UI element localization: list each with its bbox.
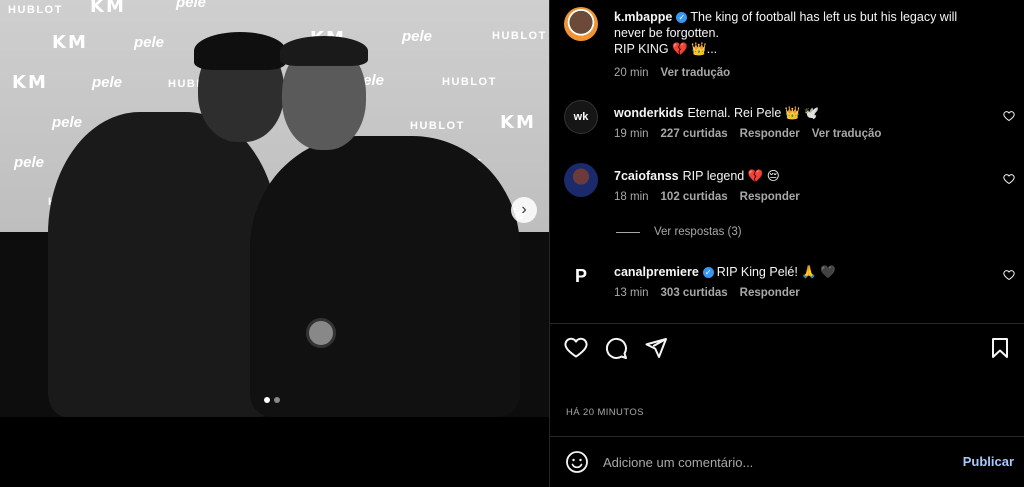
heart-icon[interactable]	[1003, 269, 1015, 284]
reply-button[interactable]: Responder	[740, 191, 800, 203]
add-comment-bar: Publicar	[550, 436, 1024, 487]
brand-pele: pele	[14, 154, 45, 171]
post-photo[interactable]: HUBLOT KM pele KM pele HUBLOT KM pele HU…	[0, 0, 549, 417]
verified-icon: ✓	[676, 12, 688, 23]
comment-item: P canalpremiere ✓ RIP King Pelé! 🙏 🖤 13 mi…	[564, 259, 1015, 303]
comment-likes[interactable]: 102 curtidas	[661, 191, 728, 203]
author-avatar[interactable]	[564, 7, 598, 41]
emoji-icon[interactable]	[565, 450, 589, 474]
watch	[306, 318, 336, 348]
translate-link[interactable]: Ver tradução	[812, 128, 882, 140]
bookmark-icon[interactable]	[988, 336, 1014, 362]
post-caption: k.mbappe ✓ The king of football has left u…	[564, 7, 1015, 87]
person-right	[250, 36, 520, 417]
action-bar	[564, 336, 1014, 362]
carousel-dots	[264, 397, 280, 403]
comment-input[interactable]	[603, 452, 943, 472]
verified-icon: ✓	[702, 267, 714, 278]
publish-button[interactable]: Publicar	[963, 454, 1014, 469]
carousel-dot	[274, 397, 280, 403]
heart-icon[interactable]	[1003, 173, 1015, 188]
next-slide-button[interactable]: ›	[511, 197, 537, 223]
brand-km: KM	[12, 72, 48, 93]
post-side-panel: k.mbappe ✓ The king of football has left u…	[549, 0, 1024, 487]
comments-section: k.mbappe ✓ The king of football has left u…	[550, 0, 1024, 323]
comment-time: 13 min	[614, 287, 649, 299]
hair-right	[280, 36, 368, 66]
carousel-dot-active	[264, 397, 270, 403]
send-icon[interactable]	[644, 336, 670, 362]
divider	[550, 323, 1024, 324]
comment-icon[interactable]	[604, 336, 630, 362]
heart-icon[interactable]	[564, 336, 590, 362]
caption-text-line2: RIP KING 💔 👑...	[614, 42, 718, 56]
commenter-username[interactable]: canalpremiere	[614, 265, 699, 279]
post-media: HUBLOT KM pele KM pele HUBLOT KM pele HU…	[0, 0, 549, 487]
replies-line	[616, 231, 640, 233]
comment-item: wk wonderkids Eternal. Rei Pele 👑 🕊️ 19 m…	[564, 100, 1015, 144]
brand-pele: pele	[176, 0, 207, 11]
translate-link[interactable]: Ver tradução	[661, 67, 731, 79]
comment-time: 18 min	[614, 191, 649, 203]
comment-text: Eternal. Rei Pele 👑 🕊️	[687, 106, 820, 120]
brand-km: KM	[90, 0, 126, 17]
comment-text: RIP legend 💔 😔	[682, 169, 780, 183]
author-username[interactable]: k.mbappe	[614, 10, 672, 24]
heart-icon[interactable]	[1003, 110, 1015, 125]
comment-text: RIP King Pelé! 🙏 🖤	[716, 265, 836, 279]
reply-button[interactable]: Responder	[740, 128, 800, 140]
commenter-avatar[interactable]	[564, 163, 598, 197]
commenter-username[interactable]: wonderkids	[614, 106, 683, 120]
post-timestamp: HÁ 20 MINUTOS	[566, 407, 644, 418]
commenter-avatar[interactable]: P	[564, 259, 598, 293]
comment-time: 19 min	[614, 128, 649, 140]
post-time: 20 min	[614, 67, 649, 79]
reply-button[interactable]: Responder	[740, 287, 800, 299]
suit-left	[48, 112, 278, 417]
view-replies-button[interactable]: Ver respostas (3)	[616, 226, 742, 238]
comment-likes[interactable]: 227 curtidas	[661, 128, 728, 140]
comment-likes[interactable]: 303 curtidas	[661, 287, 728, 299]
brand-hublot: HUBLOT	[8, 4, 63, 16]
commenter-avatar[interactable]: wk	[564, 100, 598, 134]
suit-right	[250, 136, 520, 417]
view-replies-label[interactable]: Ver respostas (3)	[654, 226, 742, 238]
comment-item: 7caiofanss RIP legend 💔 😔 18 min 102 curt…	[564, 163, 1015, 207]
commenter-username[interactable]: 7caiofanss	[614, 169, 679, 183]
